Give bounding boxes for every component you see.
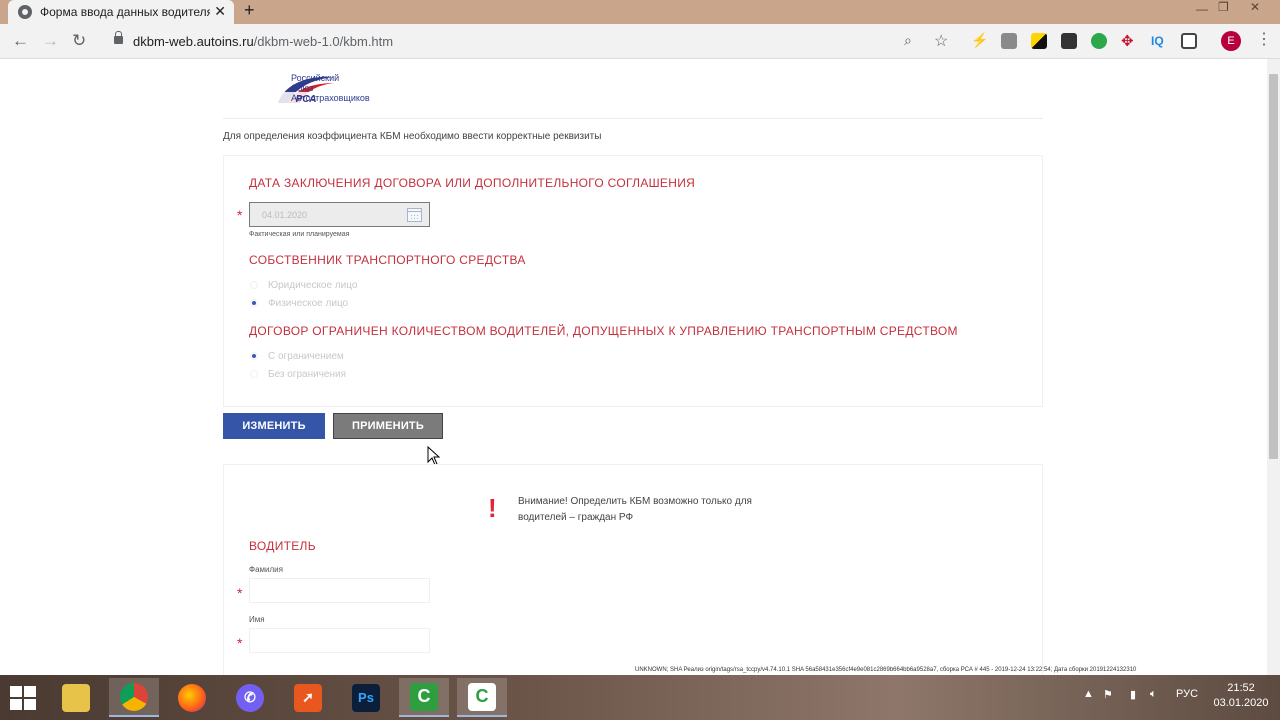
browser-menu-icon[interactable]: ⋮ xyxy=(1256,30,1272,50)
header-divider xyxy=(223,118,1043,119)
page-scrollbar[interactable] xyxy=(1267,59,1280,675)
limit-option-limited[interactable]: С ограничением xyxy=(250,349,344,363)
calendar-icon[interactable] xyxy=(407,208,422,222)
back-arrow-icon[interactable]: ← xyxy=(12,32,29,50)
taskbar-viber[interactable]: ✆ xyxy=(225,678,275,717)
taskbar-explorer[interactable] xyxy=(51,678,101,717)
reload-icon[interactable]: ↻ xyxy=(72,32,86,50)
firefox-icon xyxy=(178,683,206,712)
bookmark-star-icon[interactable]: ☆ xyxy=(934,31,948,51)
radio-button[interactable] xyxy=(250,370,258,378)
warning-icon: ! xyxy=(488,493,497,523)
extension-code-icon[interactable] xyxy=(1001,33,1017,49)
extension-screen-icon[interactable] xyxy=(1181,33,1197,49)
mouse-cursor-icon xyxy=(427,446,441,466)
limit-option-unlimited[interactable]: Без ограничения xyxy=(250,367,346,381)
window-minimize-button[interactable]: — xyxy=(1196,3,1208,15)
extension-iq-icon[interactable]: IQ xyxy=(1151,34,1167,50)
logo-text: Российский Союз Автостраховщиков xyxy=(291,73,370,103)
taskbar-firefox[interactable] xyxy=(167,678,217,717)
name-input[interactable] xyxy=(249,628,430,653)
build-info: UNKNOWN; SHA Реализ origin/tags/rsa_tccp… xyxy=(635,667,1137,673)
camtasia-icon: C xyxy=(410,682,438,711)
surname-label: Фамилия xyxy=(249,565,283,574)
contract-date-input[interactable]: 04.01.2020 xyxy=(249,202,430,227)
required-mark: * xyxy=(237,585,243,601)
drivers-limit-title: ДОГОВОР ОГРАНИЧЕН КОЛИЧЕСТВОМ ВОДИТЕЛЕЙ,… xyxy=(249,324,958,338)
taskbar-rocket[interactable]: ➚ xyxy=(283,678,333,717)
lock-icon xyxy=(114,31,123,44)
change-button[interactable]: ИЗМЕНИТЬ xyxy=(223,413,325,439)
owner-option-individual[interactable]: Физическое лицо xyxy=(250,296,348,310)
taskbar-camtasia[interactable]: C xyxy=(399,678,449,717)
tray-expand-icon[interactable]: ▲ xyxy=(1083,688,1094,700)
contract-date-hint: Фактическая или планируемая xyxy=(249,231,350,238)
required-mark: * xyxy=(237,635,243,651)
taskbar-camtasia-2[interactable]: C xyxy=(457,678,507,717)
chrome-icon xyxy=(120,682,148,711)
owner-title: СОБСТВЕННИК ТРАНСПОРТНОГО СРЕДСТВА xyxy=(249,253,526,267)
browser-tab-bar: Форма ввода данных водителя ✕ + — ❐ ✕ xyxy=(0,0,1280,24)
viber-icon: ✆ xyxy=(236,683,264,712)
name-label: Имя xyxy=(249,615,265,624)
extension-red-icon[interactable]: ✥ xyxy=(1121,32,1137,50)
radio-button-selected[interactable] xyxy=(250,352,258,360)
tray-volume-icon[interactable]: 🔈︎ xyxy=(1150,688,1157,701)
owner-option-legal[interactable]: Юридическое лицо xyxy=(250,278,357,292)
window-restore-button[interactable]: ❐ xyxy=(1218,1,1229,13)
citizenship-notice: Внимание! Определить КБМ возможно только… xyxy=(518,496,752,523)
taskbar-photoshop[interactable]: Ps xyxy=(341,678,391,717)
contract-date-title: ДАТА ЗАКЛЮЧЕНИЯ ДОГОВОРА ИЛИ ДОПОЛНИТЕЛЬ… xyxy=(249,176,696,190)
extension-cube-icon[interactable] xyxy=(1061,33,1077,49)
scrollbar-thumb[interactable] xyxy=(1269,74,1278,459)
tray-flag-icon[interactable]: ⚑ xyxy=(1103,688,1113,701)
globe-icon xyxy=(18,5,32,19)
camtasia-recorder-icon: C xyxy=(468,682,496,711)
surname-input[interactable] xyxy=(249,578,430,603)
required-mark: * xyxy=(237,207,243,223)
apply-button[interactable]: ПРИМЕНИТЬ xyxy=(333,413,443,439)
forward-arrow-icon[interactable]: → xyxy=(42,32,59,50)
address-bar[interactable]: dkbm-web.autoins.ru/dkbm-web-1.0/kbm.htm… xyxy=(104,29,960,54)
browser-toolbar: ← → ↻ dkbm-web.autoins.ru/dkbm-web-1.0/k… xyxy=(0,24,1280,59)
intro-text: Для определения коэффициента КБМ необход… xyxy=(223,131,602,142)
profile-avatar[interactable]: E xyxy=(1221,31,1241,51)
rocket-icon: ➚ xyxy=(294,683,322,712)
taskbar-chrome[interactable] xyxy=(109,678,159,717)
extension-shield-icon[interactable] xyxy=(1091,33,1107,49)
zoom-icon[interactable]: ⌕ xyxy=(904,32,912,49)
tray-language[interactable]: РУС xyxy=(1176,688,1198,700)
driver-title: ВОДИТЕЛЬ xyxy=(249,539,316,553)
tray-battery-icon[interactable]: ▮ xyxy=(1130,688,1136,701)
tab-close-icon[interactable]: ✕ xyxy=(214,3,226,20)
extension-bolt-icon[interactable]: ⚡ xyxy=(971,32,988,48)
taskbar-clock[interactable]: 21:52 03.01.2020 xyxy=(1212,681,1270,711)
radio-button[interactable] xyxy=(250,281,258,289)
windows-start-icon[interactable] xyxy=(10,686,36,710)
radio-button-selected[interactable] xyxy=(250,299,258,307)
url-text[interactable]: dkbm-web.autoins.ru/dkbm-web-1.0/kbm.htm xyxy=(133,34,393,49)
tab-title: Форма ввода данных водителя xyxy=(40,5,210,19)
extension-yellow-icon[interactable] xyxy=(1031,33,1047,49)
browser-tab[interactable]: Форма ввода данных водителя ✕ xyxy=(8,0,234,24)
photoshop-icon: Ps xyxy=(352,683,380,712)
window-close-button[interactable]: ✕ xyxy=(1250,1,1260,13)
folder-icon xyxy=(62,683,90,712)
new-tab-button[interactable]: + xyxy=(244,0,255,20)
